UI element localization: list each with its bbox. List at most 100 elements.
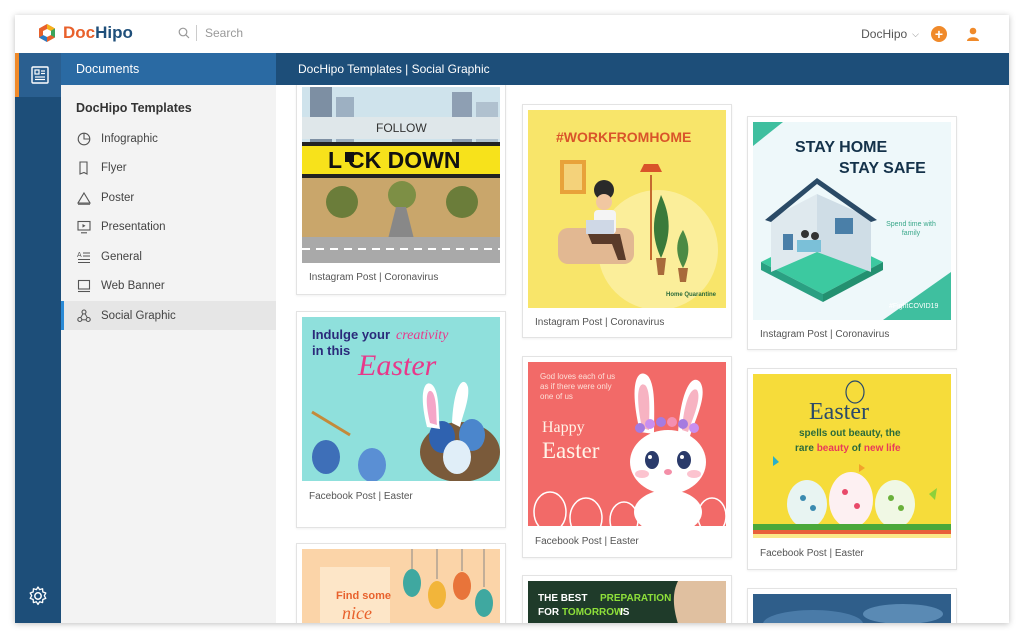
dochipo-logo[interactable]: DocHipo [37,23,133,43]
preparation-artwork: THE BEST PREPARATION FOR TOMORROW IS [528,581,726,623]
template-caption: Instagram Post | Coronavirus [760,329,890,340]
template-thumbnail: Find some nice [302,549,500,623]
wfh-headline: #WORKFROMHOME [556,129,691,145]
template-thumbnail: Easter spells out beauty, the rare beaut… [753,374,951,538]
template-thumbnail: God loves each of us as if there were on… [528,362,726,526]
work-from-home-artwork: #WORKFROMHOME Home Quarantine [528,110,726,308]
template-caption: Facebook Post | Easter [309,491,413,502]
easter-script-text: Easter [357,349,437,382]
sidebar-item-web-banner[interactable]: Web Banner [61,271,276,300]
template-card-bunny-easter[interactable]: God loves each of us as if there were on… [522,356,732,558]
nice-text: nice [342,603,372,623]
template-thumbnail [753,594,951,623]
new-life-text: new life [864,443,901,454]
documents-header[interactable]: Documents [61,53,276,85]
sidebar-item-flyer[interactable]: Flyer [61,153,276,182]
sidebar-item-label: Social Graphic [101,309,176,322]
sidebar-item-poster[interactable]: Poster [61,183,276,212]
find-some-text: Find some [336,590,391,602]
presentation-icon [76,219,92,235]
spend-time-text: Spend time with family [886,221,936,237]
app-window: DocHipo Search DocHipo ⌵ + Documents Doc… [15,15,1009,623]
settings-button[interactable] [15,581,61,611]
preparation-line1b: PREPARATION [600,593,671,604]
home-quarantine-text: Home Quarantine [666,292,717,298]
template-caption: Instagram Post | Coronavirus [535,317,665,328]
sidebar-item-label: Web Banner [101,279,165,292]
template-card-work-from-home[interactable]: #WORKFROMHOME Home Quarantine Instagram … [522,104,732,338]
search-box[interactable]: Search [178,25,243,41]
find-some-artwork: Find some nice [302,549,500,623]
preparation-line2b: TOMORROW [562,607,624,618]
chevron-down-icon: ⌵ [912,28,919,39]
bunny-easter-artwork: God loves each of us as if there were on… [528,362,726,526]
left-rail [15,53,61,623]
svg-text:rare beauty of new life: rare beauty of new life [795,443,901,454]
spells-out-text: spells out beauty, the [799,428,901,439]
stay-home-text: STAY HOME [795,139,888,156]
sidebar-title: DocHipo Templates [76,101,192,115]
search-input[interactable]: Search [205,26,243,40]
template-thumbnail: Indulge your creativity in this Easter [302,317,500,481]
web-banner-icon [76,278,92,294]
lockdown-artwork: FOLLOW L CK DOWN [302,87,500,263]
lockdown-follow-text: FOLLOW [376,121,427,135]
template-thumbnail: THE BEST PREPARATION FOR TOMORROW IS [528,581,726,623]
sidebar-item-general[interactable]: A General [61,242,276,271]
template-caption: Facebook Post | Easter [760,548,864,559]
flyer-icon [76,160,92,176]
template-grid: FOLLOW L CK DOWN Instagram Post | Corona… [276,85,1009,623]
sidebar-item-label: Infographic [101,132,158,145]
sky-artwork [753,594,951,623]
documents-rail-button[interactable] [15,53,61,97]
logo-text: DocHipo [63,23,133,42]
in-this-text: in this [312,343,350,358]
creativity-text: creativity [396,328,449,343]
preparation-line2a: FOR [538,607,560,618]
breadcrumb: DocHipo Templates | Social Graphic [276,53,1009,85]
sidebar-item-infographic[interactable]: Infographic [61,124,276,153]
gear-icon [29,586,47,606]
sidebar-item-label: General [101,250,142,263]
template-card-stay-home[interactable]: STAY HOME STAY SAFE Spend time with fami… [747,116,957,350]
sidebar-item-social-graphic[interactable]: Social Graphic [61,301,276,330]
template-card-find-some[interactable]: Find some nice [296,543,506,623]
social-graphic-icon [76,308,92,324]
poster-icon [76,190,92,206]
template-card-lockdown[interactable]: FOLLOW L CK DOWN Instagram Post | Corona… [296,85,506,295]
template-thumbnail: FOLLOW L CK DOWN [302,87,500,263]
account-dropdown[interactable]: DocHipo ⌵ [861,27,919,41]
documents-icon [31,66,49,84]
stay-safe-text: STAY SAFE [839,160,926,177]
sidebar-item-label: Flyer [101,161,127,174]
sidebar-item-label: Poster [101,191,135,204]
account-label: DocHipo [861,27,908,41]
pie-chart-icon [76,131,92,147]
template-card-indulge-easter[interactable]: Indulge your creativity in this Easter F… [296,311,506,528]
template-card-preparation[interactable]: THE BEST PREPARATION FOR TOMORROW IS [522,575,732,623]
template-card-sky[interactable] [747,588,957,623]
sidebar-item-label: Presentation [101,220,166,233]
rare-text: rare [795,443,817,454]
sidebar-item-presentation[interactable]: Presentation [61,212,276,241]
easter-title-text: Easter [809,399,869,425]
easter-text: Easter [542,438,600,463]
template-caption: Facebook Post | Easter [535,536,639,547]
preparation-line1a: THE BEST [538,593,587,604]
user-icon[interactable] [965,26,981,42]
stay-home-artwork: STAY HOME STAY SAFE Spend time with fami… [753,122,951,320]
top-bar: DocHipo Search DocHipo ⌵ + [15,15,1009,53]
easter-green-artwork: Easter spells out beauty, the rare beaut… [753,374,951,538]
template-thumbnail: #WORKFROMHOME Home Quarantine [528,110,726,308]
template-card-easter-green[interactable]: Easter spells out beauty, the rare beaut… [747,368,957,570]
happy-text: Happy [542,419,585,436]
preparation-line2c: IS [620,607,630,618]
bunny-verse-text: God loves each of us as if there were on… [540,372,616,401]
template-caption: Instagram Post | Coronavirus [309,272,439,283]
fight-covid-tag: #FightCOVID19 [889,303,939,310]
beauty-text: beauty [817,443,850,454]
search-icon [178,27,190,39]
template-sidebar: DocHipo Templates Infographic Flyer Post… [61,85,276,623]
create-button[interactable]: + [931,26,947,42]
of-text: of [849,443,864,454]
